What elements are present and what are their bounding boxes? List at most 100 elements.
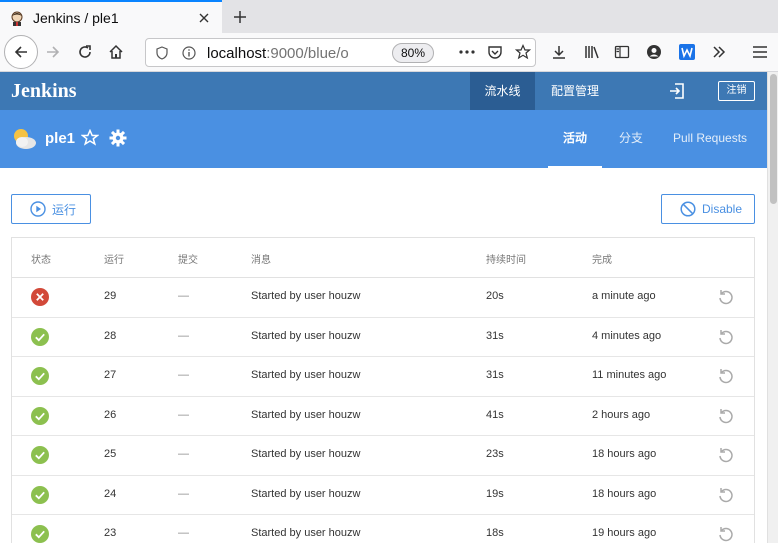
url-path: :9000/blue/o [266, 45, 349, 62]
url-text[interactable]: localhost:9000/blue/o [207, 45, 382, 62]
jenkins-header: Jenkins 流水线 配置管理 注销 [0, 72, 767, 110]
run-completed: 18 hours ago [592, 448, 657, 460]
tab-activity[interactable]: 活动 [548, 110, 602, 168]
status-success-icon [31, 485, 49, 504]
status-success-icon [31, 406, 49, 425]
table-row[interactable]: 27 — Started by user houzw 31s 11 minutes ag… [12, 357, 754, 397]
home-button[interactable] [101, 37, 131, 67]
new-tab-icon[interactable] [228, 5, 252, 29]
close-icon[interactable] [194, 8, 214, 28]
disable-button[interactable]: Disable [661, 194, 755, 224]
replay-icon[interactable] [717, 288, 735, 306]
commit-id: — [178, 290, 189, 302]
favorite-star-icon[interactable] [81, 129, 99, 147]
run-number: 26 [104, 408, 117, 421]
logout-button[interactable]: 注销 [718, 81, 755, 101]
menu-icon[interactable] [745, 37, 775, 67]
scrollbar-thumb[interactable] [770, 74, 777, 204]
replay-icon[interactable] [717, 328, 735, 346]
run-number: 28 [104, 329, 117, 342]
status-success-icon [31, 446, 49, 464]
run-completed: 4 minutes ago [592, 329, 662, 342]
nav-admin[interactable]: 配置管理 [551, 72, 599, 110]
shield-icon[interactable] [156, 46, 168, 60]
run-duration: 31s [486, 369, 504, 381]
run-duration: 41s [486, 408, 504, 421]
nav-pipelines[interactable]: 流水线 [470, 72, 535, 110]
status-success-icon [31, 367, 49, 385]
header-run: 运行 [104, 255, 124, 266]
run-button[interactable]: 运行 [11, 194, 91, 224]
play-circle-icon [30, 201, 46, 217]
run-number: 23 [104, 527, 117, 539]
logout-icon[interactable] [668, 82, 686, 100]
replay-icon[interactable] [717, 446, 735, 464]
table-header-row: 状态 运行 提交 消息 持续时间 完成 [12, 238, 754, 278]
forward-button[interactable] [38, 37, 68, 67]
disable-button-label: Disable [702, 202, 743, 216]
run-number: 25 [104, 448, 117, 460]
back-button[interactable] [4, 35, 38, 69]
run-number: 24 [104, 487, 117, 500]
gear-icon[interactable] [109, 129, 127, 147]
header-duration: 持续时间 [486, 255, 526, 266]
header-commit: 提交 [178, 255, 198, 266]
table-row[interactable]: 29 — Started by user houzw 20s a minute ago [12, 278, 754, 318]
replay-icon[interactable] [717, 525, 735, 543]
run-completed: 19 hours ago [592, 527, 657, 539]
pipeline-name[interactable]: ple1 [45, 130, 75, 147]
table-row[interactable]: 23 — Started by user houzw 18s 19 hours ago [12, 515, 754, 543]
weather-partly-cloudy-icon [14, 129, 36, 149]
jenkins-favicon-icon [11, 11, 23, 26]
bookmark-star-icon[interactable] [508, 37, 538, 67]
run-message: Started by user houzw [251, 290, 361, 302]
sidebar-icon[interactable] [607, 37, 637, 67]
run-button-label: 运行 [52, 202, 77, 217]
run-duration: 19s [486, 487, 504, 500]
status-success-icon [31, 327, 49, 346]
replay-icon[interactable] [717, 486, 735, 504]
run-completed: 18 hours ago [592, 487, 657, 500]
run-duration: 18s [486, 527, 504, 539]
commit-id: — [178, 527, 189, 539]
tab-branches[interactable]: 分支 [619, 110, 643, 168]
library-icon[interactable] [577, 37, 607, 67]
pipeline-header: ple1 活动 分支 Pull Requests [0, 110, 767, 168]
info-icon[interactable] [182, 46, 196, 60]
downloads-icon[interactable] [544, 37, 574, 67]
overflow-chevron-icon[interactable] [704, 37, 734, 67]
table-row[interactable]: 24 — Started by user houzw 19s 18 hours ago [12, 476, 754, 515]
browser-toolbar: localhost:9000/blue/o 80% [0, 33, 778, 72]
run-message: Started by user houzw [251, 408, 361, 421]
run-duration: 31s [486, 329, 504, 342]
commit-id: — [178, 487, 189, 500]
reload-button[interactable] [70, 37, 100, 67]
header-message: 消息 [251, 255, 271, 266]
browser-tab[interactable]: Jenkins / ple1 [0, 0, 222, 33]
run-message: Started by user houzw [251, 448, 361, 460]
pocket-icon[interactable] [480, 37, 510, 67]
header-status: 状态 [31, 255, 51, 266]
browser-tab-strip: Jenkins / ple1 [0, 0, 778, 33]
tab-pull-requests[interactable]: Pull Requests [673, 110, 747, 168]
extension-w-icon[interactable] [672, 37, 702, 67]
page-actions-icon[interactable] [452, 37, 482, 67]
run-message: Started by user houzw [251, 369, 361, 381]
run-number: 27 [104, 369, 117, 381]
zoom-level-badge[interactable]: 80% [392, 43, 434, 63]
run-completed: 11 minutes ago [592, 369, 667, 381]
jenkins-logo[interactable]: Jenkins [11, 80, 77, 103]
run-number: 29 [104, 290, 117, 302]
status-failed-icon [31, 288, 49, 306]
account-icon[interactable] [639, 37, 669, 67]
run-duration: 20s [486, 290, 504, 302]
page-scrollbar[interactable] [767, 72, 778, 543]
replay-icon[interactable] [717, 407, 735, 425]
table-row[interactable]: 25 — Started by user houzw 23s 18 hours ago [12, 436, 754, 476]
prohibited-icon [680, 201, 696, 217]
activity-content: 运行 Disable 状态 运行 提交 消息 持续时间 完成 29 — Starte… [0, 168, 767, 543]
table-row[interactable]: 28 — Started by user houzw 31s 4 minutes ago [12, 318, 754, 357]
replay-icon[interactable] [717, 367, 735, 385]
runs-table: 状态 运行 提交 消息 持续时间 完成 29 — Started by user h… [11, 237, 755, 543]
table-row[interactable]: 26 — Started by user houzw 41s 2 hours ago [12, 397, 754, 436]
